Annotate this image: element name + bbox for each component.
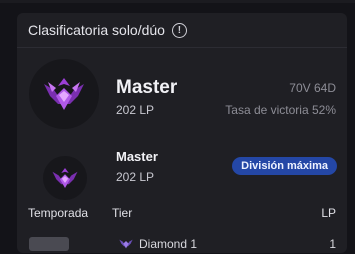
win-rate: Tasa de victoria 52%	[225, 103, 336, 117]
current-tier: Master	[116, 77, 178, 98]
peak-division-badge: División máxima	[232, 157, 337, 175]
column-header-season[interactable]: Temporada	[28, 206, 88, 220]
current-lp: 202 LP	[116, 103, 155, 117]
card-header: Clasificatoria solo/dúo !	[17, 13, 347, 47]
master-emblem-icon	[44, 78, 84, 110]
header-divider	[17, 47, 347, 48]
peak-lp: 202 LP	[116, 170, 155, 184]
top-strip	[0, 0, 355, 3]
row-lp: 1	[329, 237, 336, 251]
info-icon[interactable]: !	[171, 22, 187, 38]
season-badge	[29, 237, 69, 251]
row-tier: Diamond 1	[139, 237, 198, 251]
master-emblem-icon	[52, 168, 78, 188]
current-rank-emblem	[29, 59, 99, 129]
win-loss-record: 70V 64D	[289, 81, 336, 95]
peak-rank-emblem	[43, 156, 87, 200]
column-header-tier[interactable]: Tier	[112, 206, 132, 220]
ranked-solo-duo-card: Clasificatoria solo/dúo ! Master 202 LP …	[17, 13, 347, 253]
rank-emblem-icon	[119, 239, 133, 249]
table-row[interactable]: Diamond 1 1	[17, 234, 347, 254]
column-header-lp[interactable]: LP	[321, 206, 336, 220]
card-title: Clasificatoria solo/dúo	[28, 22, 165, 38]
peak-tier: Master	[116, 149, 158, 164]
